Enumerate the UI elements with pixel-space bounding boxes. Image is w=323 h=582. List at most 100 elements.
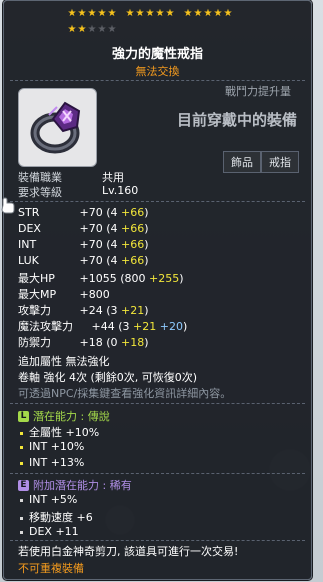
stat-row: 攻擊力 +24 (3 +21) xyxy=(18,302,149,317)
stat-bonus: +66 xyxy=(121,254,145,267)
epic-grade-icon: E xyxy=(18,479,29,491)
level-value: Lv.160 xyxy=(102,184,139,197)
empty-star-icon: ★ xyxy=(107,24,117,35)
stat-total: +24 xyxy=(79,304,103,317)
stat-name: DEX xyxy=(18,222,41,235)
stat-base: (4 xyxy=(106,206,118,219)
bonus-potential-header: E 附加潛在能力 : 稀有 xyxy=(18,477,132,493)
power-increase-label: 戰鬥力提升量 xyxy=(225,85,291,98)
level-row: 要求等級 Lv.160 xyxy=(18,184,138,200)
stat-total: +800 xyxy=(79,288,110,301)
stat-bonus: +66 xyxy=(121,222,145,235)
stat-name: 防禦力 xyxy=(18,336,51,349)
star-icon: ★ xyxy=(203,8,213,19)
job-label: 裝備職業 xyxy=(18,171,62,184)
job-row: 裝備職業 共用 xyxy=(18,169,124,185)
bullet-icon xyxy=(20,461,23,465)
stat-row: DEX +70 (4 +66) xyxy=(18,222,149,237)
bullet-icon xyxy=(20,530,23,534)
empty-star-icon: ★ xyxy=(97,24,107,35)
bullet-icon xyxy=(20,516,23,520)
divider xyxy=(10,80,305,81)
additional-attr-text: 追加屬性 無法強化 xyxy=(18,355,110,368)
stat-total: +70 xyxy=(79,206,103,219)
star-icon: ★ xyxy=(87,8,97,19)
star-icon: ★ xyxy=(165,8,175,19)
power-increase-value: 目前穿戴中的裝備 xyxy=(176,111,297,129)
level-label: 要求等級 xyxy=(18,186,62,199)
stat-base: (0 xyxy=(106,336,118,349)
stat-bonus: +21 xyxy=(133,320,157,333)
stat-base: (3 xyxy=(118,320,130,333)
stat-bonus: +66 xyxy=(121,206,145,219)
bonus-potential-label: 附加潛在能力 : 稀有 xyxy=(33,479,132,492)
stat-base: (4 xyxy=(106,222,118,235)
star-icon: ★ xyxy=(223,8,233,19)
stat-name: 最大MP xyxy=(18,288,57,301)
stat-close: ) xyxy=(182,320,188,333)
stat-row: LUK +70 (4 +66) xyxy=(18,254,149,269)
potential-header: L 潛在能力 : 傳說 xyxy=(18,408,110,424)
ring-icon xyxy=(30,101,81,154)
stat-row: 魔法攻擊力 +44 (3 +21 +20) xyxy=(18,318,187,333)
divider xyxy=(10,540,305,541)
potential-line-text: 全屬性 +10% xyxy=(29,426,100,439)
stat-close: ) xyxy=(144,254,149,267)
bonus-potential-line-text: DEX +11 xyxy=(29,525,79,538)
bullet-icon xyxy=(20,445,23,449)
star-icon: ★ xyxy=(67,24,77,35)
bonus-potential-line: DEX +11 xyxy=(20,525,79,538)
stat-name: LUK xyxy=(18,254,39,267)
scissors-trade-note: 若使用白金神奇剪刀, 該道具可進行一次交易! xyxy=(18,545,239,558)
scroll-upgrade-text: 卷軸 強化 4次 (剩餘0次, 可恢復0次) xyxy=(18,371,198,384)
job-value: 共用 xyxy=(102,171,124,184)
stat-total: +70 xyxy=(79,238,103,251)
bonus-potential-line: INT +5% xyxy=(20,493,77,506)
star-force-row-2: ★ ★ ★ ★ ★ xyxy=(67,24,267,35)
stat-total: +1055 xyxy=(79,272,117,285)
stat-base: (4 xyxy=(106,238,118,251)
stat-base: (4 xyxy=(106,254,118,267)
potential-line: INT +13% xyxy=(20,456,84,469)
stat-total: +18 xyxy=(79,336,103,349)
stat-total: +44 xyxy=(91,320,115,333)
potential-label: 潛在能力 : 傳說 xyxy=(33,410,110,423)
stat-name: INT xyxy=(18,238,37,251)
divider xyxy=(10,201,305,202)
stat-total: +70 xyxy=(79,254,103,267)
category-badges: 飾品 戒指 xyxy=(223,151,299,173)
potential-line: INT +10% xyxy=(20,440,84,453)
stat-total: +70 xyxy=(79,222,103,235)
bonus-potential-line-text: 移動速度 +6 xyxy=(29,511,93,524)
category-badge-accessory: 飾品 xyxy=(223,151,261,173)
stat-close: ) xyxy=(144,336,149,349)
item-icon-frame xyxy=(18,88,97,167)
stat-bonus: +66 xyxy=(121,238,145,251)
stat-close: ) xyxy=(144,222,149,235)
stat-row: 最大MP +800 xyxy=(18,286,110,301)
stat-base: (3 xyxy=(106,304,118,317)
item-name: 強力的魔性戒指 xyxy=(111,47,203,62)
potential-line: 全屬性 +10% xyxy=(20,424,99,440)
stat-bonus: +18 xyxy=(121,336,145,349)
star-icon: ★ xyxy=(107,8,117,19)
stat-name: 最大HP xyxy=(18,272,55,285)
stat-name: 魔法攻擊力 xyxy=(18,320,73,333)
stat-name: STR xyxy=(18,206,40,219)
unique-equip-warning: 不可重複裝備 xyxy=(18,562,84,575)
star-icon: ★ xyxy=(77,8,87,19)
stat-bonus: +21 xyxy=(121,304,145,317)
star-icon: ★ xyxy=(67,8,77,19)
category-badge-ring: 戒指 xyxy=(261,151,299,173)
star-icon: ★ xyxy=(125,8,135,19)
star-icon: ★ xyxy=(77,24,87,35)
stat-row: INT +70 (4 +66) xyxy=(18,238,149,253)
bullet-icon xyxy=(20,498,23,502)
pointer-hand-icon xyxy=(1,197,15,214)
stat-bonus: +255 xyxy=(149,272,180,285)
upgrade-hint-text: 可透過NPC/採集鍵查看強化資訊詳細內容。 xyxy=(18,387,232,400)
star-icon: ★ xyxy=(193,8,203,19)
stat-row: 最大HP +1055 (800 +255) xyxy=(18,270,184,285)
empty-star-icon: ★ xyxy=(87,24,97,35)
star-icon: ★ xyxy=(183,8,193,19)
